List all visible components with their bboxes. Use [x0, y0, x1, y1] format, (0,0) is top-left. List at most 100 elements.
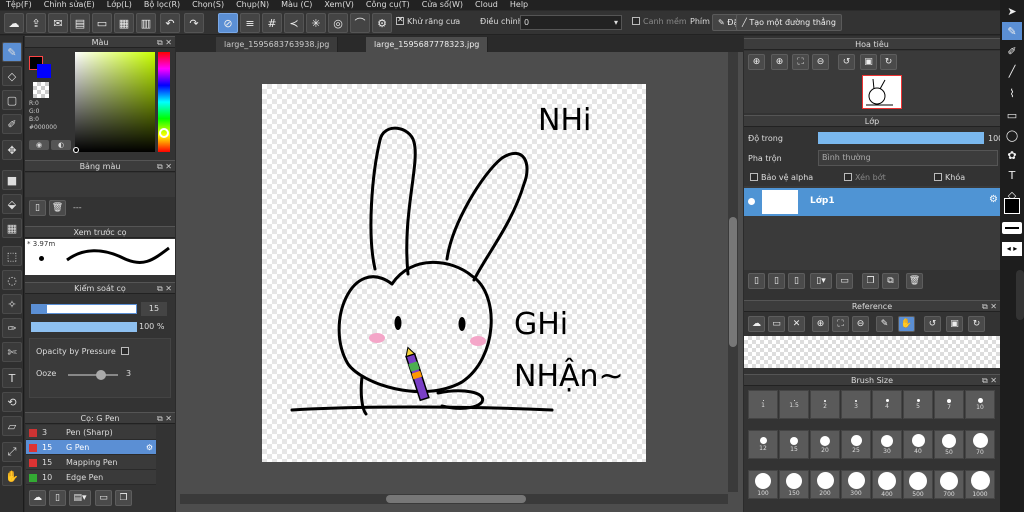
panel-controls-icon[interactable]: ⧉ ✕: [157, 37, 172, 48]
opacity-by-pressure-checkbox[interactable]: Opacity by Pressure: [36, 347, 132, 356]
hand-icon[interactable]: ✋: [898, 316, 915, 332]
color-swatch-icon[interactable]: [1004, 198, 1020, 214]
edge-soften-checkbox[interactable]: Canh mềm: [632, 17, 687, 26]
ooze-slider-handle[interactable]: [96, 370, 106, 380]
menu-item[interactable]: Chỉnh sửa(E): [38, 0, 101, 10]
ooze-slider[interactable]: [68, 374, 118, 376]
drawing-canvas[interactable]: NHi GHi NHẬn~: [262, 84, 646, 462]
brush-size-option[interactable]: 50: [934, 430, 964, 459]
layers-icon[interactable]: ▤: [70, 13, 90, 33]
checkbox-icon[interactable]: [750, 173, 758, 181]
delete-layer-icon[interactable]: 🗑: [906, 273, 923, 289]
magic-wand-icon[interactable]: ✧: [2, 294, 22, 314]
menu-item[interactable]: Help: [504, 0, 534, 10]
new-palette-icon[interactable]: ▯: [29, 200, 46, 216]
actual-size-icon[interactable]: ▣: [860, 54, 877, 70]
brush-size-option[interactable]: 2: [810, 390, 840, 419]
pen-list-item[interactable]: 10 Edge Pen: [26, 470, 156, 485]
new-layer-1bit-icon[interactable]: ▯: [788, 273, 805, 289]
brush-size-option[interactable]: 7: [934, 390, 964, 419]
snap-off-icon[interactable]: ⊘: [218, 13, 238, 33]
menu-item[interactable]: Bộ lọc(R): [138, 0, 186, 10]
color-picker-cursor[interactable]: [73, 147, 79, 153]
fill-rect-icon[interactable]: ■: [2, 170, 22, 190]
divide-tool-icon[interactable]: ▱: [2, 416, 22, 436]
rect-tool-icon[interactable]: ▢: [2, 90, 22, 110]
blend-select[interactable]: Bình thường: [818, 150, 998, 166]
lock-checkbox[interactable]: Khóa: [934, 173, 965, 182]
menu-item[interactable]: Lớp(L): [101, 0, 138, 10]
zoom-fit-icon[interactable]: ⊕: [771, 54, 788, 70]
text-icon[interactable]: T: [1002, 166, 1022, 184]
redo-icon[interactable]: ↷: [184, 13, 204, 33]
curve-snap-icon[interactable]: ⌒: [350, 13, 370, 33]
brush-size-option[interactable]: 300: [841, 470, 871, 499]
brush-menu-icon[interactable]: ▤▾: [69, 490, 91, 506]
merge-layer-icon[interactable]: ⧉: [882, 273, 899, 289]
brush-size-option[interactable]: 10: [965, 390, 995, 419]
fit-window-icon[interactable]: ⛶: [792, 54, 809, 70]
curve-tool-icon[interactable]: ⌇: [1002, 84, 1022, 102]
cloud-brush-icon[interactable]: ☁: [29, 490, 46, 506]
cloud-icon[interactable]: ☁: [748, 316, 765, 332]
eye-icon[interactable]: [748, 198, 755, 205]
rectangle-icon[interactable]: ▭: [1002, 106, 1022, 124]
menu-item[interactable]: Màu (C): [275, 0, 318, 10]
actual-size-icon[interactable]: ▣: [946, 316, 963, 332]
brush-size-option[interactable]: 70: [965, 430, 995, 459]
panel-controls-icon[interactable]: ⧉ ✕: [157, 161, 172, 172]
brush-size-option[interactable]: 700: [934, 470, 964, 499]
select-rect-icon[interactable]: ⬚: [2, 246, 22, 266]
cross-snap-icon[interactable]: #: [262, 13, 282, 33]
new-layer-icon[interactable]: ▯: [748, 273, 765, 289]
transparent-color-swatch[interactable]: [33, 82, 49, 98]
menu-item[interactable]: Xem(V): [318, 0, 360, 10]
snap-settings-icon[interactable]: ⚙: [372, 13, 392, 33]
fit-window-icon[interactable]: ⛶: [832, 316, 849, 332]
size-slider[interactable]: [31, 304, 137, 314]
add-layer-menu-icon[interactable]: ▯▾: [810, 273, 832, 289]
brush-size-option[interactable]: 1000: [965, 470, 995, 499]
brush-size-option[interactable]: 1.5: [779, 390, 809, 419]
ellipse-icon[interactable]: ◯: [1002, 126, 1022, 144]
pen-list-item[interactable]: 3 Pen (Sharp): [26, 425, 156, 440]
eraser-tool-icon[interactable]: ◇: [2, 66, 22, 86]
color-mode-icon[interactable]: ◉: [29, 140, 49, 150]
color-swap-icon[interactable]: ◐: [51, 140, 71, 150]
fill-icon[interactable]: ✿: [1002, 146, 1022, 164]
brush-size-option[interactable]: 12: [748, 430, 778, 459]
hue-slider-handle[interactable]: [159, 128, 169, 138]
brush-size-option[interactable]: 100: [748, 470, 778, 499]
horizontal-scrollbar[interactable]: [180, 494, 728, 504]
brush-size-option[interactable]: 5: [903, 390, 933, 419]
menu-item[interactable]: Công cụ(T): [360, 0, 416, 10]
share-icon[interactable]: ⇪: [26, 13, 46, 33]
side-scroll-icon[interactable]: [1016, 270, 1024, 320]
pen-list-item[interactable]: 15 Mapping Pen: [26, 455, 156, 470]
panel-controls-icon[interactable]: ⧉ ✕: [982, 375, 997, 386]
rotate-left-icon[interactable]: ↺: [838, 54, 855, 70]
brush-size-option[interactable]: 25: [841, 430, 871, 459]
cursor-icon[interactable]: ➤: [1002, 2, 1022, 20]
select-pen-icon[interactable]: ✑: [2, 318, 22, 338]
panel-controls-icon[interactable]: ⧉ ✕: [157, 283, 172, 294]
folder-icon[interactable]: ▭: [836, 273, 853, 289]
copy-brush-icon[interactable]: ❐: [115, 490, 132, 506]
palette-swatches[interactable]: [25, 173, 175, 197]
lasso-icon[interactable]: ◌: [2, 270, 22, 290]
tab-document-2[interactable]: large_1595687778323.jpg: [366, 37, 489, 52]
brush-size-option[interactable]: 40: [903, 430, 933, 459]
vertical-scrollbar[interactable]: [728, 52, 738, 492]
select-eraser-icon[interactable]: ✄: [2, 342, 22, 362]
zoom-out-icon[interactable]: ⊖: [812, 54, 829, 70]
clip-checkbox[interactable]: Xén bớt: [844, 173, 886, 182]
tab-document-1[interactable]: large_1595683763938.jpg: [216, 37, 339, 52]
menu-item[interactable]: Cloud: [469, 0, 504, 10]
grid-icon[interactable]: ▦: [114, 13, 134, 33]
panel-controls-icon[interactable]: ⧉ ✕: [157, 413, 172, 424]
horizontal-scrollbar-thumb[interactable]: [386, 495, 526, 503]
zoom-in-icon[interactable]: ⊕: [748, 54, 765, 70]
zoom-in-icon[interactable]: ⊕: [812, 316, 829, 332]
duplicate-layer-icon[interactable]: ❐: [862, 273, 879, 289]
brush-size-option[interactable]: 1: [748, 390, 778, 419]
